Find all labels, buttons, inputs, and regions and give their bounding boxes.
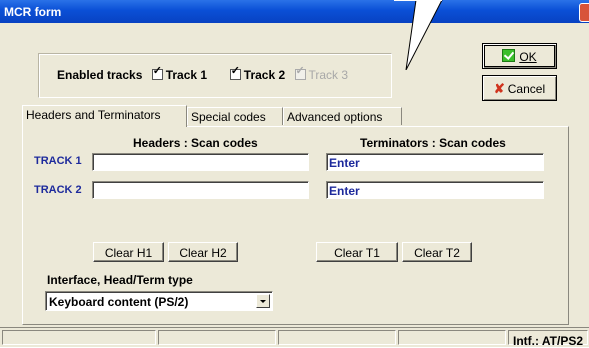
enabled-tracks-group: Enabled tracks ✓ Track 1 ✓ Track 2 ✓ Track … xyxy=(38,53,392,98)
track3-checkbox: ✓ xyxy=(294,65,306,80)
checkmark-icon: ✓ xyxy=(152,65,162,77)
terminators-column-title: Terminators : Scan codes xyxy=(360,136,506,150)
status-cell xyxy=(158,330,276,345)
enabled-tracks-label: Enabled tracks xyxy=(57,68,143,82)
ok-button-label: OK xyxy=(519,50,537,64)
headers-column-title: Headers : Scan codes xyxy=(133,136,258,150)
tab-headers-terminators[interactable]: Headers and Terminators xyxy=(22,105,187,127)
clear-h2-button[interactable]: Clear H2 xyxy=(168,242,238,262)
checkmark-icon: ✓ xyxy=(230,65,240,77)
interface-label: Interface, Head/Term type xyxy=(47,273,193,287)
cancel-button-label: Cancel xyxy=(507,82,546,96)
chevron-down-icon[interactable] xyxy=(256,294,270,308)
interface-type-select[interactable]: Keyboard content (PS/2) xyxy=(45,291,273,311)
title-bar[interactable]: MCR form xyxy=(0,0,589,23)
status-cell xyxy=(278,330,396,345)
status-bar: Intf.: AT/PS2 xyxy=(0,327,589,348)
status-cell xyxy=(2,330,156,345)
checkmark-icon xyxy=(502,49,516,62)
checkmark-icon: ✓ xyxy=(295,65,305,77)
cancel-button[interactable]: ✘ Cancel xyxy=(482,75,557,101)
track2-terminator-input[interactable]: Enter xyxy=(326,181,544,199)
clear-h1-button[interactable]: Clear H1 xyxy=(93,242,164,262)
track2-checkbox[interactable]: ✓ xyxy=(229,65,241,80)
tab-advanced-options[interactable]: Advanced options xyxy=(283,107,402,125)
track1-terminator-input[interactable]: Enter xyxy=(326,153,544,171)
track2-checkbox-label[interactable]: Track 2 xyxy=(244,68,285,82)
ok-button[interactable]: OK xyxy=(482,43,557,69)
track2-row-label: TRACK 2 xyxy=(34,184,82,196)
track1-checkbox-label[interactable]: Track 1 xyxy=(166,68,207,82)
track1-row-label: TRACK 1 xyxy=(34,155,82,167)
mcr-form-window: MCR form Enabled tracks ✓ Track 1 ✓ Track … xyxy=(0,0,589,348)
track1-checkbox[interactable]: ✓ xyxy=(151,65,163,80)
close-icon[interactable] xyxy=(579,3,589,22)
clear-t1-button[interactable]: Clear T1 xyxy=(316,242,398,262)
cancel-x-icon: ✘ xyxy=(493,81,505,96)
window-title: MCR form xyxy=(4,5,62,19)
interface-type-value: Keyboard content (PS/2) xyxy=(49,295,189,309)
track3-checkbox-label: Track 3 xyxy=(308,68,349,82)
clear-t2-button[interactable]: Clear T2 xyxy=(402,242,472,262)
status-cell-interface: Intf.: AT/PS2 xyxy=(508,330,588,348)
track2-header-input[interactable] xyxy=(92,181,309,199)
track1-header-input[interactable] xyxy=(92,153,309,171)
tab-special-codes[interactable]: Special codes xyxy=(187,107,283,125)
status-cell xyxy=(398,330,506,345)
